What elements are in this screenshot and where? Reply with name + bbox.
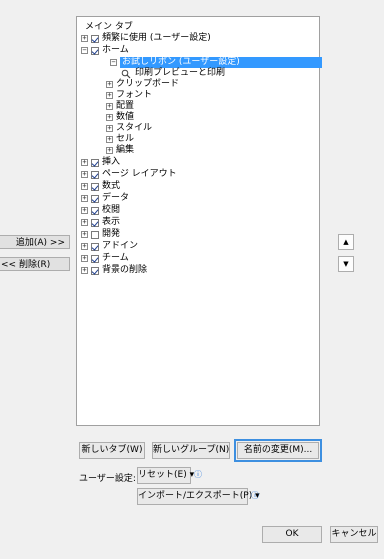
expand-icon[interactable]: + — [106, 125, 113, 132]
info-icon: ⓘ — [251, 491, 259, 500]
expand-icon[interactable]: + — [81, 267, 88, 274]
expand-icon[interactable]: + — [81, 159, 88, 166]
remove-button[interactable]: << 削除(R) — [0, 257, 70, 271]
tree-item-review[interactable]: + 校閲 — [81, 205, 120, 216]
tree-item-insert[interactable]: + 挿入 — [81, 157, 120, 168]
checkbox[interactable] — [91, 34, 99, 43]
tree-item-custom-ribbon[interactable]: − お試しリボン (ユーザー設定) — [110, 57, 322, 68]
main-tabs-tree[interactable]: メイン タブ + 頻繁に使用 (ユーザー設定) − ホーム − お試しリボン (… — [76, 16, 322, 426]
tree-item-home[interactable]: − ホーム — [81, 45, 129, 56]
tree-item-formulas[interactable]: + 数式 — [81, 181, 120, 192]
triangle-up-icon: ▲ — [343, 238, 349, 246]
tree-item-cells[interactable]: + セル — [106, 134, 134, 145]
expand-icon[interactable]: + — [106, 103, 113, 110]
tree-item-developer[interactable]: + 開発 — [81, 229, 120, 240]
expand-icon[interactable]: + — [81, 195, 88, 202]
expand-icon[interactable]: + — [81, 207, 88, 214]
checkbox[interactable] — [91, 254, 99, 263]
tree-item-number[interactable]: + 数値 — [106, 112, 134, 123]
collapse-icon[interactable]: − — [110, 59, 117, 66]
add-button[interactable]: 追加(A) >> — [0, 235, 70, 249]
print-preview-icon — [121, 69, 131, 79]
expand-icon[interactable]: + — [106, 114, 113, 121]
tree-item-clipboard[interactable]: + クリップボード — [106, 79, 179, 90]
expand-icon[interactable]: + — [81, 231, 88, 238]
tree-item-team[interactable]: + チーム — [81, 253, 129, 264]
checkbox[interactable] — [91, 242, 99, 251]
new-group-button[interactable]: 新しいグループ(N) — [152, 442, 230, 459]
tree-header: メイン タブ — [85, 22, 133, 32]
checkbox[interactable] — [91, 170, 99, 179]
info-icon: ⓘ — [194, 470, 202, 479]
reset-dropdown[interactable]: リセット(E) ▾ — [137, 467, 194, 484]
collapse-icon[interactable]: − — [81, 47, 88, 54]
expand-icon[interactable]: + — [106, 136, 113, 143]
expand-icon[interactable]: + — [81, 183, 88, 190]
expand-icon[interactable]: + — [81, 243, 88, 250]
expand-icon[interactable]: + — [106, 147, 113, 154]
expand-icon[interactable]: + — [81, 219, 88, 226]
tree-item-remove-background[interactable]: + 背景の削除 — [81, 265, 147, 276]
checkbox[interactable] — [91, 46, 99, 55]
checkbox[interactable] — [91, 218, 99, 227]
checkbox[interactable] — [91, 158, 99, 167]
ok-button[interactable]: OK — [262, 526, 322, 543]
checkbox[interactable] — [91, 194, 99, 203]
rename-button[interactable]: 名前の変更(M)... — [234, 439, 322, 462]
tree-item-alignment[interactable]: + 配置 — [106, 101, 134, 112]
customize-label: ユーザー設定: — [79, 474, 136, 484]
cancel-button[interactable]: キャンセル — [330, 526, 378, 543]
tree-item-view[interactable]: + 表示 — [81, 217, 120, 228]
import-export-dropdown[interactable]: インポート/エクスポート(P) ▾ — [137, 488, 260, 505]
tree-item-editing[interactable]: + 編集 — [106, 145, 134, 156]
move-up-button[interactable]: ▲ — [338, 234, 354, 250]
checkbox[interactable] — [91, 230, 99, 239]
expand-icon[interactable]: + — [81, 171, 88, 178]
tree-item-print-preview[interactable]: 印刷プレビューと印刷 — [121, 68, 225, 79]
tree-item-frequent[interactable]: + 頻繁に使用 (ユーザー設定) — [81, 33, 211, 44]
tree-item-style[interactable]: + スタイル — [106, 123, 152, 134]
checkbox[interactable] — [91, 206, 99, 215]
expand-icon[interactable]: + — [106, 92, 113, 99]
expand-icon[interactable]: + — [106, 81, 113, 88]
expand-icon[interactable]: + — [81, 35, 88, 42]
checkbox[interactable] — [91, 182, 99, 191]
tree-item-page-layout[interactable]: + ページ レイアウト — [81, 169, 177, 180]
tree-item-data[interactable]: + データ — [81, 193, 129, 204]
tree-item-addins[interactable]: + アドイン — [81, 241, 138, 252]
move-down-button[interactable]: ▼ — [338, 256, 354, 272]
expand-icon[interactable]: + — [81, 255, 88, 262]
new-tab-button[interactable]: 新しいタブ(W) — [79, 442, 145, 459]
checkbox[interactable] — [91, 266, 99, 275]
triangle-down-icon: ▼ — [343, 260, 349, 268]
tree-item-font[interactable]: + フォント — [106, 90, 152, 101]
